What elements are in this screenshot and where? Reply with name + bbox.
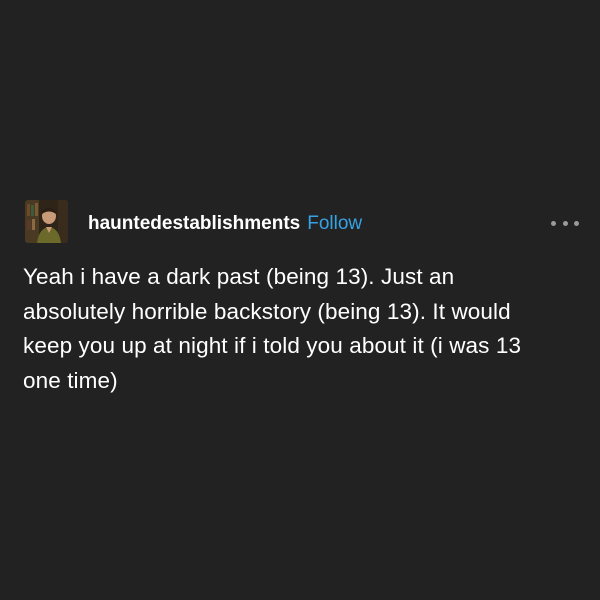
post-body: Yeah i have a dark past (being 13). Just…: [23, 260, 583, 398]
follow-button[interactable]: Follow: [307, 210, 362, 238]
dot: [574, 220, 579, 226]
post-body-line: one time): [23, 367, 118, 393]
post-body-line: absolutely horrible backstory (being 13)…: [23, 298, 511, 324]
dot: [551, 220, 556, 226]
more-options-icon[interactable]: [551, 218, 579, 228]
post-header: hauntedestablishments Follow: [88, 210, 362, 238]
avatar-image: [25, 200, 68, 243]
post-body-line: keep you up at night if i told you about…: [23, 333, 522, 358]
post-body-line: Yeah i have a dark past (being 13). Just…: [23, 264, 455, 289]
username-link[interactable]: hauntedestablishments: [88, 210, 300, 238]
dot: [562, 220, 568, 226]
post-card: hauntedestablishments Follow Yeah i have…: [0, 0, 600, 600]
avatar[interactable]: [25, 200, 68, 243]
